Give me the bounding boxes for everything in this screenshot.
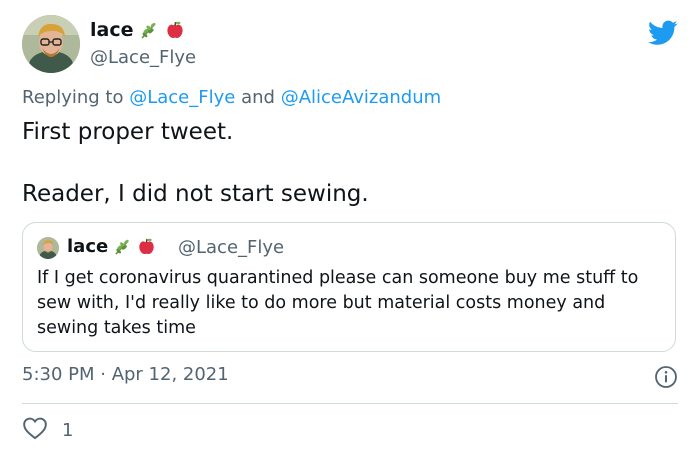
- timestamp[interactable]: 5:30 PM · Apr 12, 2021: [22, 364, 229, 385]
- reply-conjunction: and: [241, 87, 275, 108]
- like-button[interactable]: 1: [22, 416, 73, 444]
- info-icon[interactable]: [654, 365, 678, 389]
- mention-link[interactable]: @AliceAvizandum: [281, 87, 441, 108]
- avatar[interactable]: [22, 15, 80, 73]
- herb-icon: [139, 20, 159, 40]
- quoted-avatar: [37, 237, 59, 259]
- quoted-author-name: lace: [67, 236, 156, 257]
- author-name-text: lace: [90, 19, 134, 41]
- apple-icon: [137, 237, 156, 256]
- tweet-text: First proper tweet. Reader, I did not st…: [22, 117, 672, 210]
- herb-icon: [113, 237, 132, 256]
- apple-icon: [165, 20, 185, 40]
- heart-icon: [22, 416, 48, 444]
- author-handle[interactable]: @Lace_Flye: [90, 47, 196, 68]
- quoted-tweet-text: If I get coronavirus quarantined please …: [37, 268, 639, 338]
- quoted-tweet[interactable]: lace @Lace_Flye If I get coronavirus qua…: [22, 222, 676, 352]
- reply-context: Replying to @Lace_Flye and @AliceAvizand…: [22, 87, 441, 108]
- author-name[interactable]: lace: [90, 19, 185, 41]
- mention-link[interactable]: @Lace_Flye: [129, 87, 235, 108]
- tweet-line: Reader, I did not start sewing.: [22, 181, 369, 207]
- avatar-image: [22, 15, 80, 73]
- tweet-line: First proper tweet.: [22, 119, 234, 145]
- quoted-author-name-text: lace: [67, 236, 109, 257]
- like-count: 1: [62, 419, 74, 441]
- divider: [22, 403, 678, 404]
- reply-prefix: Replying to: [22, 87, 124, 108]
- quoted-author-handle: @Lace_Flye: [178, 237, 285, 258]
- twitter-bird-icon[interactable]: [648, 20, 678, 46]
